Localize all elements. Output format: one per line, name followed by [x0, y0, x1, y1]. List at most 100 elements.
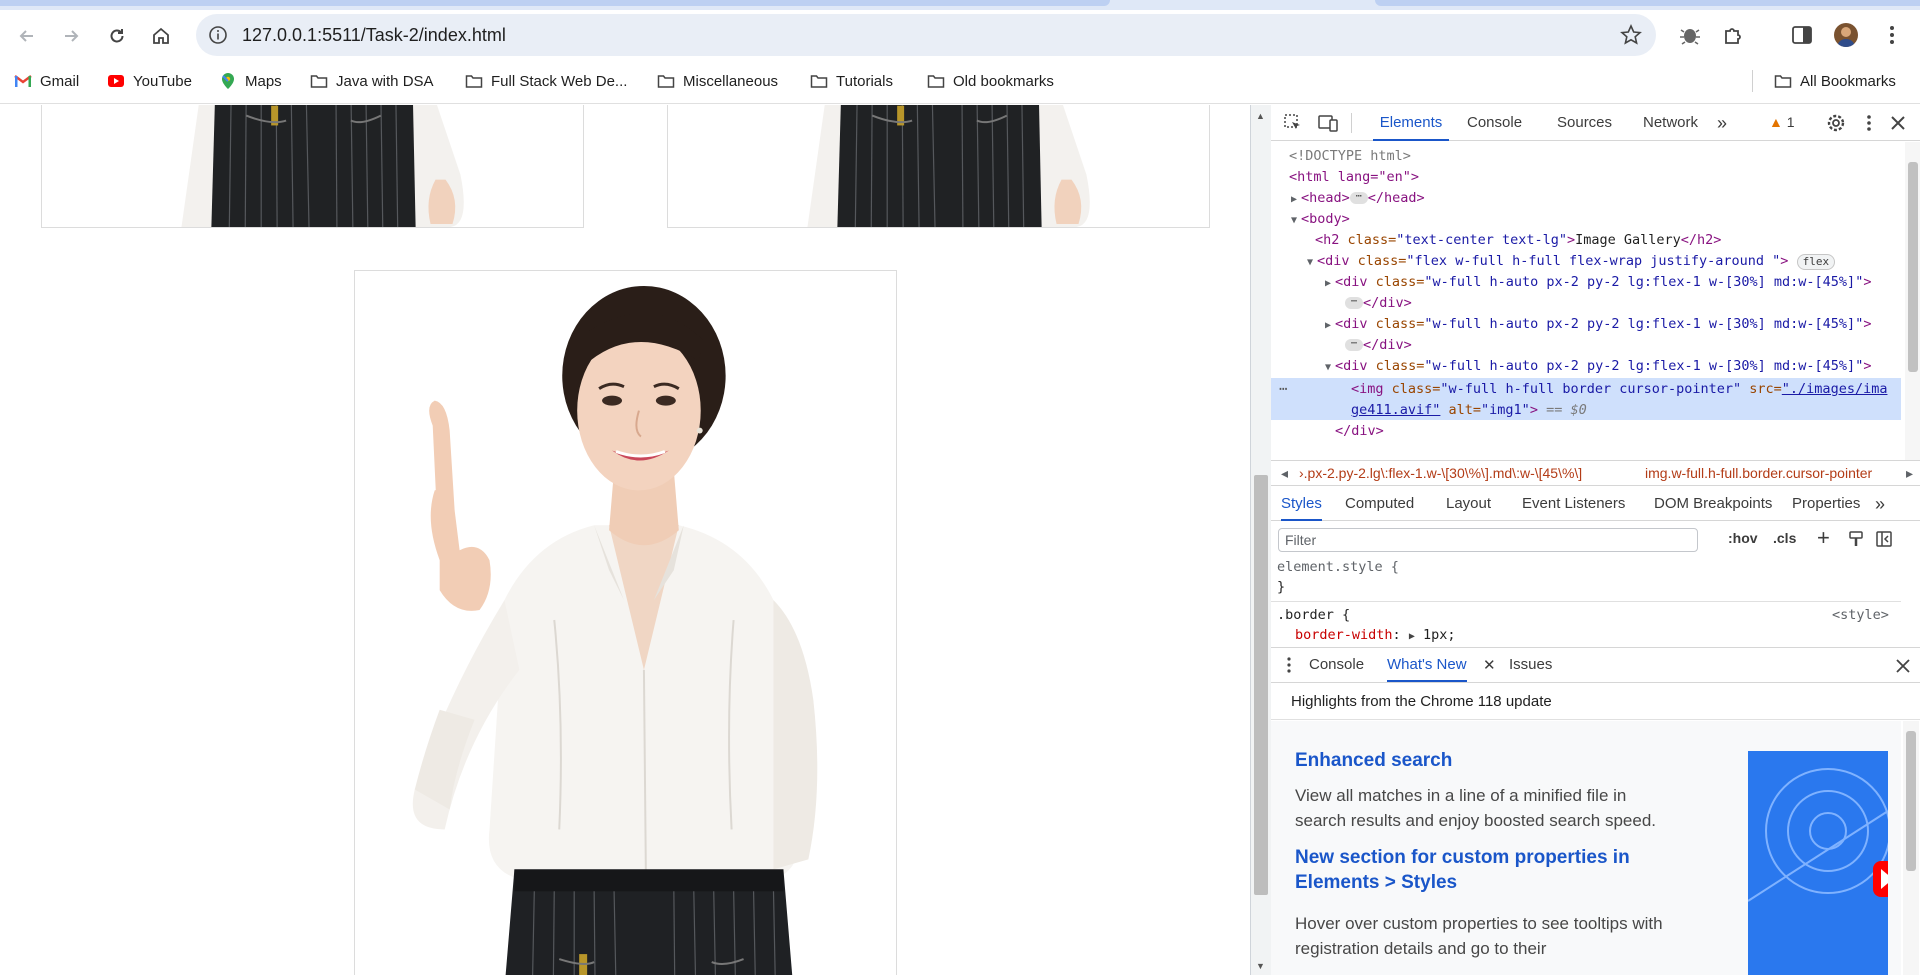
expand-triangle-icon[interactable]: ▶	[1291, 189, 1301, 210]
bookmark-folder-fullstack[interactable]: Full Stack Web De...	[465, 70, 627, 92]
gallery-image-1[interactable]	[41, 105, 584, 228]
forward-icon[interactable]	[56, 21, 86, 51]
page-scrollbar-thumb[interactable]	[1254, 475, 1268, 895]
toggle-sidebar-icon[interactable]	[1875, 530, 1893, 548]
whats-new-scrollbar[interactable]	[1903, 721, 1919, 975]
feature-video-thumbnail[interactable]	[1748, 751, 1888, 975]
child-div-close-3[interactable]: </div>	[1335, 421, 1920, 442]
devtools-menu-icon[interactable]	[1859, 113, 1879, 133]
bookmark-youtube[interactable]: YouTube	[107, 70, 192, 92]
more-subtabs-chevron-icon[interactable]: »	[1875, 487, 1885, 521]
drawer-menu-icon[interactable]	[1281, 656, 1297, 674]
tab-styles[interactable]: Styles	[1281, 487, 1322, 521]
collapse-triangle-icon[interactable]: ▼	[1291, 210, 1301, 231]
bookmark-folder-misc[interactable]: Miscellaneous	[657, 70, 778, 92]
body-line[interactable]: ▼ <body>	[1291, 209, 1920, 230]
new-rule-plus-icon[interactable]: +	[1817, 525, 1830, 551]
tab-network[interactable]: Network	[1643, 105, 1698, 141]
hov-toggle[interactable]: :hov	[1728, 530, 1758, 546]
crumb-right-arrow-icon[interactable]: ▸	[1905, 461, 1913, 485]
bookmark-star-icon[interactable]	[1620, 24, 1642, 46]
crumb-parent-div[interactable]: ›.px-2.py-2.lg\:flex-1.w-\[30\%\].md\:w-…	[1299, 461, 1582, 485]
bookmark-folder-java[interactable]: Java with DSA	[310, 70, 434, 92]
rule-source[interactable]: <style>	[1832, 607, 1889, 623]
browser-menu-icon[interactable]	[1880, 23, 1904, 47]
address-bar[interactable]: 127.0.0.1:5511/Task-2/index.html	[196, 14, 1656, 56]
collapse-triangle-icon[interactable]: ▼	[1325, 357, 1335, 378]
active-tab[interactable]	[0, 0, 1110, 6]
whats-new-scrollbar-thumb[interactable]	[1906, 731, 1916, 871]
bookmark-folder-old[interactable]: Old bookmarks	[927, 70, 1054, 92]
tab-properties[interactable]: Properties	[1792, 487, 1860, 521]
page-scrollbar[interactable]: ▲ ▼	[1251, 105, 1271, 975]
child-div-line-1[interactable]: ▶ <div class="w-full h-auto px-2 py-2 lg:…	[1325, 272, 1920, 293]
h2-line[interactable]: <h2 class="text-center text-lg">Image Ga…	[1315, 230, 1920, 251]
dom-scrollbar[interactable]	[1905, 142, 1920, 460]
extensions-puzzle-icon[interactable]	[1722, 23, 1746, 47]
crumb-img[interactable]: img.w-full.h-full.border.cursor-pointer	[1631, 461, 1873, 485]
profile-avatar[interactable]	[1834, 23, 1858, 47]
img-src-link[interactable]: ge411.avif"	[1351, 402, 1440, 418]
border-width-declaration[interactable]: border-width: ▶ 1px;	[1295, 627, 1456, 643]
tab-computed[interactable]: Computed	[1345, 487, 1414, 521]
settings-gear-icon[interactable]	[1826, 113, 1846, 133]
home-icon[interactable]	[146, 21, 176, 51]
ellipsis-icon[interactable]: ⋯	[1349, 192, 1368, 204]
collapse-triangle-icon[interactable]: ▼	[1307, 252, 1317, 273]
feature-title-custom-properties[interactable]: New section for custom properties in Ele…	[1295, 845, 1695, 895]
tab-console[interactable]: Console	[1467, 105, 1522, 141]
cls-toggle[interactable]: .cls	[1773, 530, 1796, 546]
gallery-image-3[interactable]	[354, 270, 897, 975]
more-tabs-chevron-icon[interactable]: »	[1717, 105, 1727, 141]
close-devtools-icon[interactable]	[1889, 114, 1907, 132]
inactive-tab[interactable]	[1375, 0, 1920, 6]
warnings-badge[interactable]: ▲ 1	[1769, 114, 1795, 130]
close-tab-icon[interactable]: ✕	[1483, 656, 1496, 674]
flex-div-line[interactable]: ▼ <div class="flex w-full h-full flex-wra…	[1307, 251, 1920, 272]
bookmark-folder-tutorials[interactable]: Tutorials	[810, 70, 893, 92]
all-bookmarks-button[interactable]: All Bookmarks	[1774, 70, 1896, 92]
tab-sources[interactable]: Sources	[1557, 105, 1612, 141]
device-toolbar-icon[interactable]	[1317, 113, 1339, 133]
side-panel-icon[interactable]	[1790, 23, 1814, 47]
flex-badge[interactable]: flex	[1796, 254, 1836, 270]
bookmark-gmail[interactable]: Gmail	[14, 70, 79, 92]
drawer-tab-issues[interactable]: Issues	[1509, 648, 1552, 682]
bookmark-maps[interactable]: Maps	[219, 70, 282, 92]
html-line[interactable]: <html lang="en">	[1289, 167, 1919, 188]
drawer-tab-console[interactable]: Console	[1309, 648, 1364, 682]
child-div-close-2[interactable]: ⋯ </div>	[1345, 335, 1920, 356]
styles-filter-input[interactable]: Filter	[1278, 528, 1698, 552]
inspect-element-icon[interactable]	[1283, 113, 1303, 133]
tab-layout[interactable]: Layout	[1446, 487, 1491, 521]
child-div-close-1[interactable]: ⋯ </div>	[1345, 293, 1920, 314]
img-line[interactable]: <img class="w-full h-full border cursor-…	[1351, 379, 1920, 400]
element-style-rule[interactable]: element.style {	[1277, 559, 1399, 575]
expand-triangle-icon[interactable]: ▶	[1325, 315, 1335, 336]
url-text[interactable]: 127.0.0.1:5511/Task-2/index.html	[242, 25, 506, 46]
gallery-image-2[interactable]	[667, 105, 1210, 228]
img-line-cont[interactable]: ge411.avif" alt="img1"> == $0	[1351, 400, 1920, 421]
extension-bug-icon[interactable]	[1678, 23, 1702, 47]
close-drawer-icon[interactable]	[1895, 658, 1911, 674]
child-div-line-3[interactable]: ▼ <div class="w-full h-auto px-2 py-2 lg:…	[1325, 356, 1920, 377]
border-selector[interactable]: .border {	[1277, 607, 1350, 623]
ellipsis-icon[interactable]: ⋯	[1345, 297, 1363, 309]
tab-event-listeners[interactable]: Event Listeners	[1522, 487, 1625, 521]
expand-triangle-icon[interactable]: ▶	[1409, 631, 1415, 642]
drawer-tab-whats-new[interactable]: What's New	[1387, 648, 1467, 682]
img-src-link[interactable]: "./images/ima	[1782, 381, 1888, 397]
reload-icon[interactable]	[102, 21, 132, 51]
head-line[interactable]: ▶ <head> ⋯ </head>	[1291, 188, 1920, 209]
crumb-left-arrow-icon[interactable]: ◂	[1281, 461, 1288, 485]
paint-brush-icon[interactable]	[1847, 530, 1865, 548]
doctype-line[interactable]: <!DOCTYPE html>	[1289, 146, 1919, 167]
tab-dom-breakpoints[interactable]: DOM Breakpoints	[1654, 487, 1772, 521]
back-icon[interactable]	[12, 21, 42, 51]
site-info-icon[interactable]	[208, 25, 228, 45]
feature-title-enhanced-search[interactable]: Enhanced search	[1295, 748, 1695, 773]
tab-elements[interactable]: Elements	[1373, 105, 1449, 141]
scroll-down-arrow-icon[interactable]: ▼	[1256, 961, 1265, 971]
expand-triangle-icon[interactable]: ▶	[1325, 273, 1335, 294]
child-div-line-2[interactable]: ▶ <div class="w-full h-auto px-2 py-2 lg:…	[1325, 314, 1920, 335]
